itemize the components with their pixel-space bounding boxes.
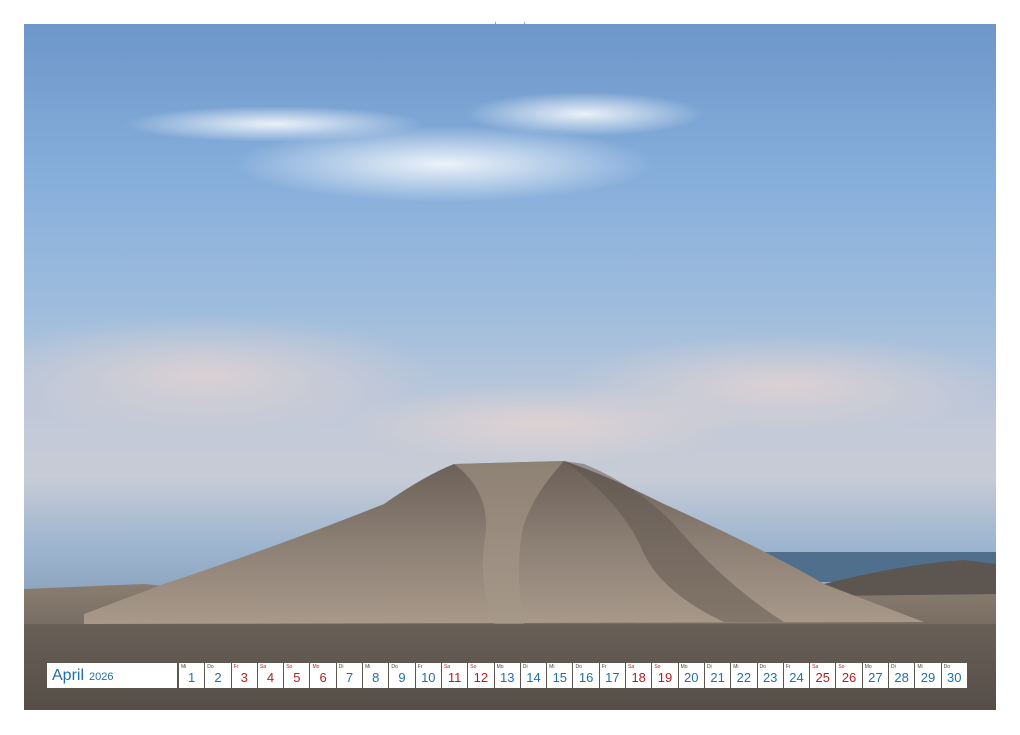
day-cell: So12 [468, 663, 493, 688]
day-number: 11 [442, 670, 467, 685]
day-number: 6 [310, 670, 335, 685]
day-number: 12 [468, 670, 493, 685]
day-cell: Do2 [205, 663, 230, 688]
day-number: 21 [705, 670, 730, 685]
day-cell: Sa18 [626, 663, 651, 688]
day-cell: Mi1 [179, 663, 204, 688]
calendar-strip: April 2026 Mi1Do2Fr3Sa4So5Mo6Di7Mi8Do9Fr… [47, 663, 972, 688]
day-cell: Di28 [889, 663, 914, 688]
day-cell: So26 [836, 663, 861, 688]
day-number: 24 [784, 670, 809, 685]
day-cell: Fr3 [232, 663, 257, 688]
day-number: 8 [363, 670, 388, 685]
day-cell: Mo13 [495, 663, 520, 688]
day-number: 20 [679, 670, 704, 685]
day-number: 10 [416, 670, 441, 685]
day-number: 29 [915, 670, 940, 685]
wispy-cloud [464, 92, 704, 136]
day-number: 19 [652, 670, 677, 685]
day-cell: Mi29 [915, 663, 940, 688]
day-number: 13 [495, 670, 520, 685]
day-number: 26 [836, 670, 861, 685]
day-number: 9 [389, 670, 414, 685]
day-cell: Mo27 [863, 663, 888, 688]
day-number: 30 [942, 670, 967, 685]
month-year: 2026 [89, 671, 113, 683]
day-number: 27 [863, 670, 888, 685]
day-cells: Mi1Do2Fr3Sa4So5Mo6Di7Mi8Do9Fr10Sa11So12M… [178, 663, 967, 688]
day-number: 17 [600, 670, 625, 685]
day-cell: Di14 [521, 663, 546, 688]
day-cell: Sa4 [258, 663, 283, 688]
month-name: April [52, 667, 84, 685]
day-cell: Mo20 [679, 663, 704, 688]
day-number: 14 [521, 670, 546, 685]
pink-cloud [344, 384, 744, 464]
month-label: April 2026 [47, 663, 177, 688]
day-cell: Do30 [942, 663, 967, 688]
day-number: 18 [626, 670, 651, 685]
day-number: 2 [205, 670, 230, 685]
day-cell: Fr17 [600, 663, 625, 688]
day-cell: Do16 [573, 663, 598, 688]
day-number: 4 [258, 670, 283, 685]
day-cell: Mi22 [731, 663, 756, 688]
day-cell: Di7 [337, 663, 362, 688]
day-number: 25 [810, 670, 835, 685]
day-cell: Fr24 [784, 663, 809, 688]
day-cell: So19 [652, 663, 677, 688]
mountain-scene [24, 24, 996, 710]
day-number: 5 [284, 670, 309, 685]
day-number: 22 [731, 670, 756, 685]
day-cell: Mo6 [310, 663, 335, 688]
day-number: 3 [232, 670, 257, 685]
landscape-photo [24, 24, 996, 710]
day-number: 15 [547, 670, 572, 685]
day-number: 28 [889, 670, 914, 685]
day-cell: Mi15 [547, 663, 572, 688]
day-number: 23 [758, 670, 783, 685]
day-cell: Do9 [389, 663, 414, 688]
day-number: 1 [179, 670, 204, 685]
day-cell: Do23 [758, 663, 783, 688]
day-number: 7 [337, 670, 362, 685]
day-cell: Fr10 [416, 663, 441, 688]
day-cell: Di21 [705, 663, 730, 688]
day-cell: Sa11 [442, 663, 467, 688]
day-cell: Sa25 [810, 663, 835, 688]
wispy-cloud [124, 106, 424, 142]
day-cell: Mi8 [363, 663, 388, 688]
day-cell: So5 [284, 663, 309, 688]
day-number: 16 [573, 670, 598, 685]
